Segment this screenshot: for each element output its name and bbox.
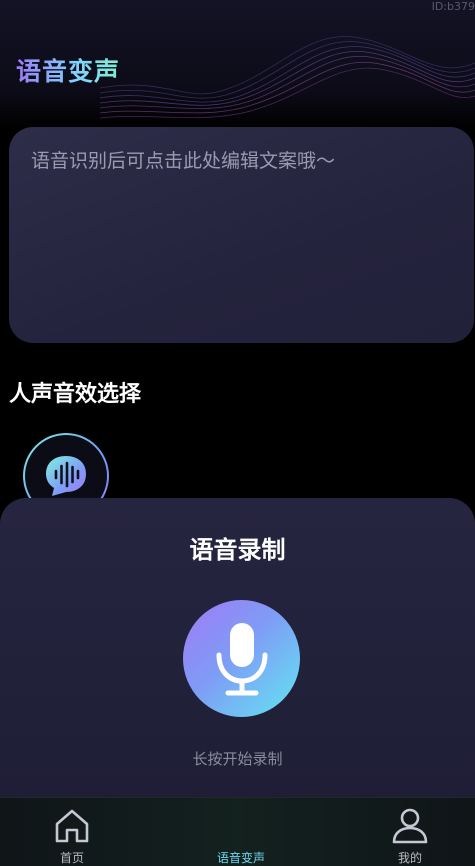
recording-sheet: 语音录制 长按开始录制 bbox=[0, 498, 475, 798]
wave-decoration bbox=[100, 36, 475, 119]
bottom-tab-bar: 首页 语音变声 我的 bbox=[0, 797, 475, 866]
voice-effects-section-title: 人声音效选择 bbox=[9, 382, 142, 407]
voice-change-icon bbox=[221, 806, 261, 846]
user-icon bbox=[390, 806, 430, 846]
tab-home-label: 首页 bbox=[59, 851, 84, 865]
watermark-id: ID:b379 bbox=[431, 0, 475, 13]
sound-wave-chat-icon bbox=[46, 456, 86, 496]
tab-voice-change-label: 语音变声 bbox=[216, 851, 265, 865]
app-screen: ID:b379 语音变声 语音识别后可点击此处编辑文案哦～ 人声音效选择 语音录… bbox=[0, 0, 475, 866]
tab-mine[interactable]: 我的 bbox=[350, 798, 470, 866]
record-button[interactable] bbox=[183, 600, 300, 717]
tab-home[interactable]: 首页 bbox=[12, 798, 132, 866]
tab-voice-change[interactable]: 语音变声 bbox=[181, 798, 301, 866]
transcript-placeholder: 语音识别后可点击此处编辑文案哦～ bbox=[31, 150, 336, 172]
recording-sheet-title: 语音录制 bbox=[189, 536, 286, 564]
transcript-edit-card[interactable]: 语音识别后可点击此处编辑文案哦～ bbox=[9, 127, 474, 343]
tab-mine-label: 我的 bbox=[397, 851, 422, 865]
page-title: 语音变声 bbox=[16, 52, 120, 88]
microphone-icon bbox=[216, 622, 267, 695]
record-hint: 长按开始录制 bbox=[192, 750, 283, 768]
home-icon bbox=[52, 806, 92, 846]
